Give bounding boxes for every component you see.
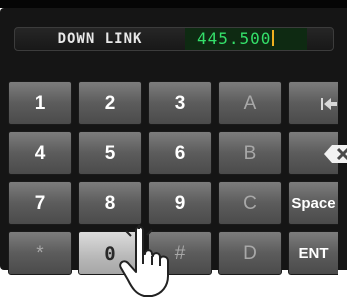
key-9-label: 9 (174, 193, 186, 214)
key-d-label: D (243, 243, 257, 264)
backspace-icon (323, 145, 347, 163)
key-5[interactable]: 5 (78, 131, 142, 175)
screen: DOWN LINK 445.500 1 2 3 A 4 5 6 B 7 8 9 … (0, 0, 347, 300)
text-cursor (272, 30, 275, 46)
space-key-label: Space (291, 195, 336, 212)
key-b[interactable]: B (218, 131, 282, 175)
key-3-label: 3 (174, 93, 186, 114)
key-6-label: 6 (174, 143, 186, 164)
key-8-label: 8 (104, 193, 116, 214)
enter-key[interactable]: ENT (288, 231, 338, 275)
device-top-edge (0, 0, 347, 8)
key-c[interactable]: C (218, 181, 282, 225)
key-1[interactable]: 1 (8, 81, 72, 125)
cursor-left-right-icon (320, 98, 347, 110)
enter-key-label: ENT (298, 245, 329, 262)
key-5-label: 5 (104, 143, 116, 164)
key-7-label: 7 (34, 193, 46, 214)
key-2[interactable]: 2 (78, 81, 142, 125)
space-key[interactable]: Space (288, 181, 338, 225)
key-d[interactable]: D (218, 231, 282, 275)
backspace-key[interactable] (288, 131, 347, 175)
frequency-value: 445.500 (197, 29, 272, 48)
key-3[interactable]: 3 (148, 81, 212, 125)
key-4-label: 4 (34, 143, 46, 164)
key-a-label: A (243, 93, 257, 114)
key-asterisk-label: * (36, 243, 44, 264)
key-7[interactable]: 7 (8, 181, 72, 225)
key-b-label: B (243, 143, 257, 164)
key-6[interactable]: 6 (148, 131, 212, 175)
key-c-label: C (243, 193, 257, 214)
key-4[interactable]: 4 (8, 131, 72, 175)
key-asterisk[interactable]: * (8, 231, 72, 275)
key-a[interactable]: A (218, 81, 282, 125)
pointing-hand-icon (119, 225, 169, 297)
mode-label: DOWN LINK (57, 31, 143, 47)
key-9[interactable]: 9 (148, 181, 212, 225)
key-8[interactable]: 8 (78, 181, 142, 225)
cursor-left-right-key[interactable] (288, 81, 347, 125)
key-2-label: 2 (104, 93, 116, 114)
frequency-field[interactable]: 445.500 (185, 28, 307, 50)
key-1-label: 1 (34, 93, 46, 114)
display-row: DOWN LINK 445.500 (14, 27, 334, 51)
